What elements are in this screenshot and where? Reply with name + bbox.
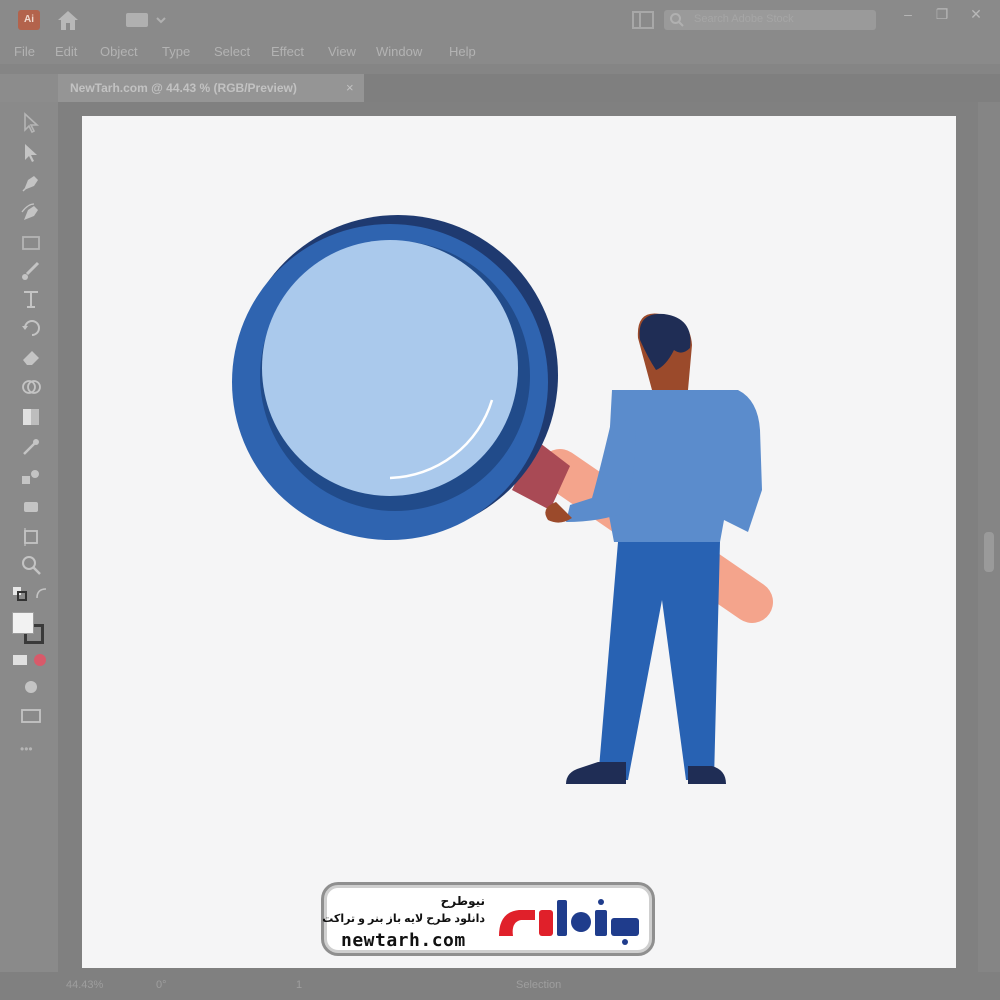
newtarh-watermark: نیوطرح دانلود طرح لایه باز بنر و تراکت n…	[322, 885, 652, 953]
magnifier-man-illustration[interactable]	[220, 210, 780, 800]
menu-window[interactable]: Window	[376, 44, 422, 59]
curvature-tool-icon[interactable]	[20, 202, 42, 224]
gradient-tool-icon[interactable]	[20, 406, 42, 428]
menu-effect[interactable]: Effect	[271, 44, 304, 59]
search-placeholder: Search Adobe Stock	[694, 13, 794, 25]
rectangle-tool-icon[interactable]	[20, 232, 42, 254]
shape-builder-tool-icon[interactable]	[20, 376, 42, 398]
document-tab[interactable]: NewTarh.com @ 44.43 % (RGB/Preview) ×	[58, 74, 364, 102]
tools-panel: •••	[0, 102, 58, 972]
menu-bar: File Edit Object Type Select Effect View…	[0, 40, 1000, 64]
blend-tool-icon[interactable]	[20, 466, 42, 488]
more-tools-icon[interactable]: •••	[20, 742, 33, 756]
title-bar: Ai Search Adobe Stock – ❐ ✕	[0, 0, 1000, 40]
watermark-title: نیوطرح	[440, 894, 485, 908]
minimize-button[interactable]: –	[898, 6, 918, 22]
newtarh-logo	[499, 899, 639, 945]
rotation-value[interactable]: 0°	[156, 979, 167, 991]
fill-color-swatch[interactable]	[12, 612, 34, 634]
selection-tool-icon[interactable]	[20, 112, 42, 134]
screen-mode-icon[interactable]	[20, 704, 42, 726]
menu-type[interactable]: Type	[162, 44, 190, 59]
document-tab-bar: NewTarh.com @ 44.43 % (RGB/Preview) ×	[58, 74, 1000, 102]
rotate-tool-icon[interactable]	[20, 316, 42, 338]
status-bar: 44.43% 0° 1 Selection	[0, 972, 1000, 1000]
scroll-thumb[interactable]	[984, 532, 994, 572]
direct-selection-tool-icon[interactable]	[20, 142, 42, 164]
symbol-sprayer-tool-icon[interactable]	[20, 496, 42, 518]
man-figure	[545, 313, 762, 784]
default-colors-icon[interactable]	[12, 586, 28, 602]
zoom-level[interactable]: 44.43%	[66, 979, 103, 991]
menu-view[interactable]: View	[328, 44, 356, 59]
eraser-tool-icon[interactable]	[20, 346, 42, 368]
menu-help[interactable]: Help	[449, 44, 476, 59]
drawing-mode-icon[interactable]	[20, 676, 42, 698]
home-icon[interactable]	[56, 9, 80, 31]
menu-select[interactable]: Select	[214, 44, 250, 59]
search-input[interactable]: Search Adobe Stock	[664, 10, 876, 30]
close-window-button[interactable]: ✕	[966, 6, 986, 22]
close-tab-icon[interactable]: ×	[346, 80, 354, 95]
type-tool-icon[interactable]	[20, 288, 42, 310]
maximize-button[interactable]: ❐	[932, 6, 952, 22]
artboard-number[interactable]: 1	[296, 979, 302, 991]
current-tool-label: Selection	[516, 979, 562, 991]
search-icon	[670, 13, 684, 27]
pen-tool-icon[interactable]	[20, 172, 42, 194]
menu-file[interactable]: File	[14, 44, 35, 59]
document-tab-title: NewTarh.com @ 44.43 % (RGB/Preview)	[70, 81, 297, 95]
panel-toggle-icon[interactable]	[632, 11, 654, 29]
artboard-tool-icon[interactable]	[20, 526, 42, 548]
menu-object[interactable]: Object	[100, 44, 138, 59]
menu-edit[interactable]: Edit	[55, 44, 77, 59]
watermark-subtitle: دانلود طرح لایه باز بنر و تراکت	[322, 913, 485, 925]
swap-colors-icon[interactable]	[34, 586, 50, 602]
magnifier-lens	[232, 215, 558, 540]
workspace-switcher-icon[interactable]	[124, 12, 168, 28]
control-strip	[0, 64, 1000, 74]
app-logo: Ai	[18, 10, 40, 30]
paintbrush-tool-icon[interactable]	[20, 260, 42, 282]
zoom-tool-icon[interactable]	[20, 554, 42, 576]
watermark-url: newtarh.com	[341, 930, 466, 951]
vertical-scrollbar[interactable]	[978, 102, 1000, 972]
eyedropper-tool-icon[interactable]	[20, 436, 42, 458]
color-mode-icons[interactable]	[12, 652, 50, 668]
